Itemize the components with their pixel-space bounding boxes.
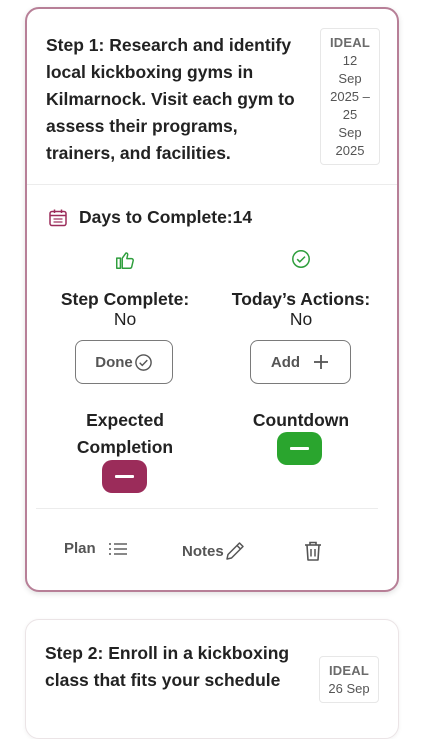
days-to-complete: Days to Complete: 14	[48, 207, 252, 228]
add-label: Add	[270, 353, 301, 371]
trash-icon	[305, 541, 321, 561]
step-complete-label: Step Complete:	[60, 289, 190, 309]
pencil-icon	[225, 542, 244, 560]
done-label: Done	[95, 353, 133, 371]
ideal-date-line: 2025	[335, 143, 365, 158]
plus-icon	[314, 355, 329, 369]
step-description: Step 2: Enroll in a kickboxing class tha…	[45, 643, 290, 690]
countdown-pill[interactable]	[277, 432, 322, 465]
expected-completion-pill[interactable]	[102, 460, 147, 493]
days-value: 14	[232, 207, 253, 227]
ideal-label: IDEAL	[329, 663, 369, 678]
countdown-label: Countdown	[252, 410, 350, 430]
check-circle-icon	[134, 353, 152, 371]
days-label: Days to Complete:	[79, 207, 233, 227]
todays-actions-label: Today’s Actions:	[231, 289, 371, 309]
completion-label-line: Completion	[76, 437, 174, 457]
thumbs-up-wrap	[35, 249, 215, 273]
todays-actions-value: No	[289, 309, 313, 329]
ideal-date-line: 2025 –	[330, 89, 370, 104]
calendar-icon	[49, 209, 67, 226]
step-card-2: Step 2: Enroll in a kickboxing class tha…	[25, 619, 399, 739]
notes-button[interactable]: Notes	[182, 540, 246, 562]
ideal-date-line: 12	[342, 53, 358, 68]
header-divider	[27, 184, 397, 185]
step-description: Step 1: Research and identify local kick…	[46, 35, 295, 163]
check-circle-green-icon	[292, 250, 310, 268]
thumbs-up-icon	[116, 252, 134, 269]
ideal-date-line: 26 Sep	[328, 681, 370, 696]
ideal-date-line: Sep	[338, 71, 362, 86]
notes-label: Notes	[182, 542, 224, 560]
ideal-date-line: Sep	[338, 125, 362, 140]
add-button[interactable]: Add	[250, 340, 351, 384]
expected-completion-label: Expected Completion	[35, 407, 215, 461]
step-complete-value: No	[113, 309, 137, 329]
ideal-date-line: 25	[342, 107, 358, 122]
expected-label-line: Expected	[86, 410, 164, 430]
done-button[interactable]: Done	[75, 340, 173, 384]
delete-button[interactable]	[303, 540, 323, 562]
check-wrap	[211, 249, 391, 273]
plan-button[interactable]: Plan	[64, 540, 128, 557]
plan-label: Plan	[64, 540, 96, 557]
ideal-date-box: IDEAL 12 Sep 2025 – 25 Sep 2025	[320, 28, 380, 165]
ideal-label: IDEAL	[330, 35, 370, 50]
step-card-1: Step 1: Research and identify local kick…	[25, 7, 399, 592]
list-icon	[108, 542, 127, 555]
footer-divider	[36, 508, 378, 509]
ideal-date-box: IDEAL 26 Sep	[319, 656, 379, 703]
